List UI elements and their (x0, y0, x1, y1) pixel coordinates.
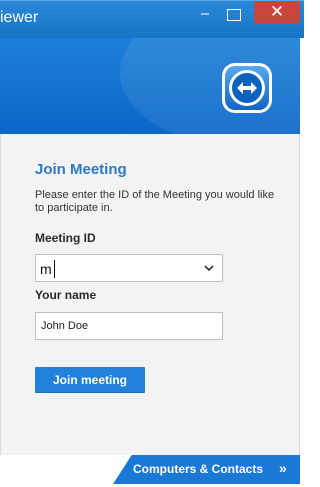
chevron-down-icon[interactable] (202, 261, 216, 275)
computers-contacts-label[interactable]: Computers & Contacts (133, 462, 275, 476)
close-button[interactable]: ✕ (254, 1, 300, 23)
text-cursor (54, 260, 55, 278)
maximize-button[interactable] (227, 9, 241, 21)
join-meeting-panel: Join Meeting Please enter the ID of the … (0, 134, 300, 464)
your-name-input[interactable] (35, 312, 223, 340)
double-chevron-right-icon[interactable]: » (279, 460, 287, 476)
teamviewer-window: iewer – ✕ Join Meeting Please enter the … (0, 0, 304, 487)
join-meeting-button[interactable]: Join meeting (35, 367, 145, 393)
header-banner (0, 38, 300, 134)
your-name-label: Your name (35, 288, 97, 302)
footer-bar: Computers & Contacts » (0, 455, 300, 487)
title-bar[interactable]: iewer – ✕ (0, 0, 304, 38)
minimize-button[interactable]: – (193, 5, 217, 25)
meeting-id-input[interactable] (40, 260, 190, 278)
page-title: Join Meeting (35, 161, 127, 178)
instructions-text: Please enter the ID of the Meeting you w… (35, 189, 275, 214)
window-title: iewer (0, 9, 39, 26)
meeting-id-label: Meeting ID (35, 231, 96, 245)
banner-highlight (120, 38, 300, 134)
teamviewer-logo-icon (222, 63, 272, 113)
meeting-id-combobox[interactable] (35, 254, 223, 282)
